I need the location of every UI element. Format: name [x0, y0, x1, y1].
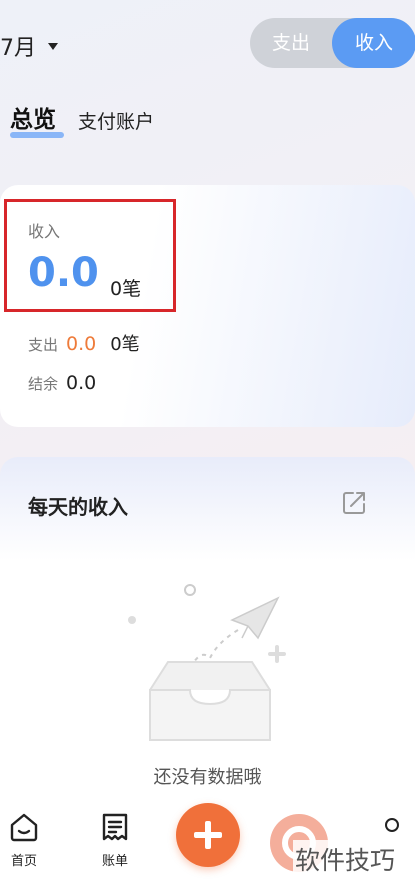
nav-ledger[interactable]: 账单: [85, 812, 145, 869]
daily-title: 每天的收入: [28, 495, 128, 519]
expense-row: 支出 0.0 0笔: [28, 330, 140, 356]
ledger-icon: [102, 813, 128, 841]
home-icon: [10, 813, 38, 842]
balance-row: 结余 0.0: [28, 372, 96, 394]
income-label: 收入: [28, 222, 61, 241]
view-tabs: 总览 支付账户: [10, 100, 154, 138]
month-selector[interactable]: 7月: [0, 30, 58, 62]
income-count: 0笔: [110, 278, 142, 300]
toggle-income[interactable]: 收入: [332, 18, 415, 68]
tab-accounts[interactable]: 支付账户: [78, 107, 154, 134]
add-record-button[interactable]: [176, 803, 240, 867]
top-bar: 7月 支出 收入: [0, 0, 415, 90]
tab-overview-label: 总览: [10, 107, 56, 133]
tab-overview[interactable]: 总览: [10, 100, 64, 138]
toggle-expense[interactable]: 支出: [250, 18, 332, 68]
profile-icon[interactable]: [385, 818, 399, 832]
nav-ledger-label: 账单: [101, 854, 128, 869]
plus-icon-stem: [205, 821, 211, 849]
watermark: 软件技巧: [293, 840, 415, 882]
share-icon[interactable]: [341, 490, 367, 516]
type-toggle[interactable]: 支出 收入: [250, 18, 415, 68]
nav-home-label: 首页: [10, 854, 37, 869]
income-value: 0.0: [28, 250, 99, 296]
nav-home[interactable]: 首页: [0, 812, 54, 869]
chevron-down-icon: [48, 42, 58, 50]
empty-state-text: 还没有数据哦: [153, 767, 262, 788]
empty-box-icon: [128, 584, 286, 741]
expense-count: 0笔: [110, 334, 140, 355]
month-label: 7月: [0, 36, 36, 61]
balance-label: 结余: [28, 375, 59, 393]
expense-label: 支出: [28, 336, 59, 354]
balance-value: 0.0: [66, 372, 97, 394]
expense-value: 0.0: [66, 333, 97, 355]
